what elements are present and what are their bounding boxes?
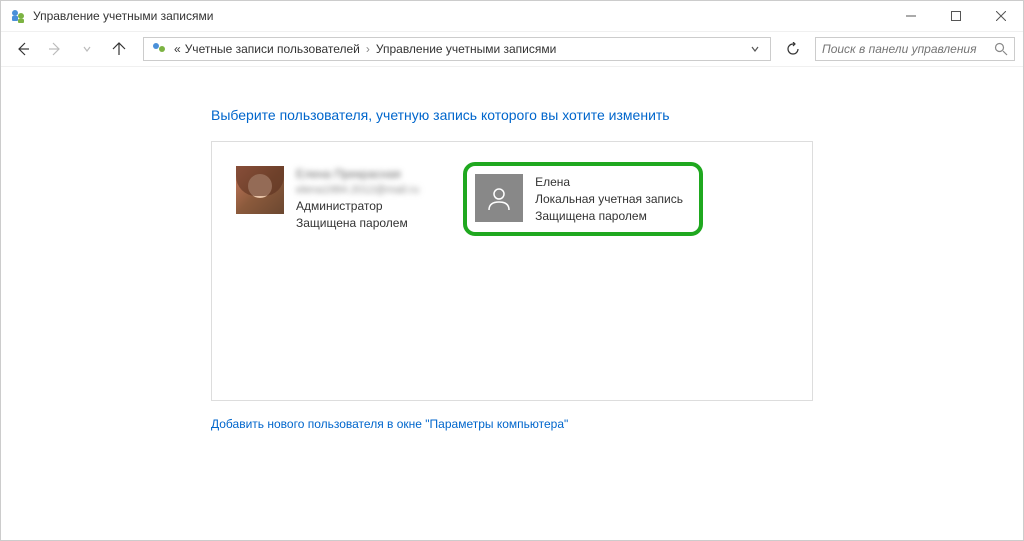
page-heading: Выберите пользователя, учетную запись ко…	[211, 107, 813, 123]
history-dropdown[interactable]	[73, 35, 101, 63]
breadcrumb[interactable]: « Учетные записи пользователей › Управле…	[143, 37, 771, 61]
titlebar: Управление учетными записями	[1, 1, 1023, 31]
refresh-button[interactable]	[781, 37, 805, 61]
chevron-right-icon: ›	[364, 42, 372, 56]
avatar	[236, 166, 284, 214]
maximize-button[interactable]	[933, 2, 978, 30]
search-input[interactable]	[822, 42, 994, 56]
window-title: Управление учетными записями	[33, 9, 888, 23]
account-item[interactable]: Елена Прекрасная elena1984.2012@mail.ru …	[232, 162, 423, 236]
breadcrumb-prefix: «	[174, 42, 181, 56]
account-name: Елена Прекрасная	[296, 166, 419, 183]
account-item-highlighted[interactable]: Елена Локальная учетная запись Защищена …	[463, 162, 703, 236]
search-box[interactable]	[815, 37, 1015, 61]
account-info: Елена Локальная учетная запись Защищена …	[535, 174, 683, 224]
account-role: Администратор	[296, 198, 419, 215]
content-area: Выберите пользователя, учетную запись ко…	[1, 67, 1023, 540]
breadcrumb-item[interactable]: Учетные записи пользователей	[185, 42, 360, 56]
window-controls	[888, 2, 1023, 30]
breadcrumb-item[interactable]: Управление учетными записями	[376, 42, 556, 56]
breadcrumb-icon	[150, 40, 168, 58]
close-button[interactable]	[978, 2, 1023, 30]
forward-button[interactable]	[41, 35, 69, 63]
up-button[interactable]	[105, 35, 133, 63]
account-name: Елена	[535, 174, 683, 191]
breadcrumb-dropdown[interactable]	[746, 44, 764, 54]
add-user-link[interactable]: Добавить нового пользователя в окне "Пар…	[211, 417, 813, 431]
account-type: Локальная учетная запись	[535, 191, 683, 208]
person-icon	[485, 184, 513, 212]
avatar-placeholder	[475, 174, 523, 222]
account-info: Елена Прекрасная elena1984.2012@mail.ru …	[296, 166, 419, 232]
search-icon	[994, 42, 1008, 56]
accounts-panel: Елена Прекрасная elena1984.2012@mail.ru …	[211, 141, 813, 401]
minimize-button[interactable]	[888, 2, 933, 30]
account-protection: Защищена паролем	[535, 208, 683, 225]
app-icon	[9, 7, 27, 25]
account-email: elena1984.2012@mail.ru	[296, 183, 419, 198]
navigation-bar: « Учетные записи пользователей › Управле…	[1, 31, 1023, 67]
back-button[interactable]	[9, 35, 37, 63]
window: Управление учетными записями	[0, 0, 1024, 541]
account-protection: Защищена паролем	[296, 215, 419, 232]
